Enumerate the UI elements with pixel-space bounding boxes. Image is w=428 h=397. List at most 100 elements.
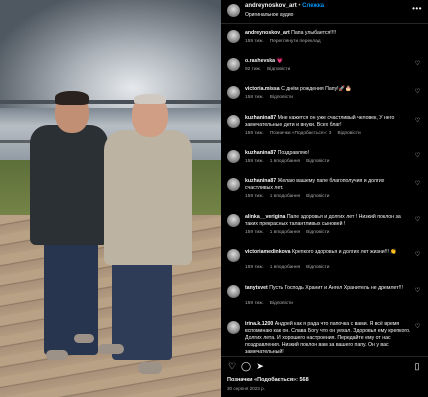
avatar[interactable] — [227, 30, 240, 43]
comment-text: irina.k.1200 Андрей как я рада что папоч… — [245, 321, 411, 356]
comment-text: tanytsvet Пусть Господь Хранит и Ангел Х… — [245, 285, 411, 292]
comment-text: kuzhanina87 Желаю вашему папе благополуч… — [245, 178, 411, 192]
audio-label[interactable]: Оригинальное аудио — [245, 12, 293, 18]
comment-meta: 92 тиж. Відповісти — [245, 67, 296, 72]
heart-icon[interactable]: ♡ — [414, 118, 421, 125]
heart-icon[interactable]: ♡ — [414, 61, 421, 68]
comment-age: 159 тиж. — [245, 265, 264, 270]
comment-body: 💗 — [276, 58, 283, 64]
comment-username[interactable]: kuzhanina87 — [245, 115, 276, 121]
person-right-shoe — [138, 362, 162, 374]
comments-panel: andreynoskov_art • Слежка Оригинальное а… — [221, 0, 428, 397]
comment-meta: 159 тиж. Відповісти — [245, 301, 299, 306]
comment-meta: 159 тиж. Позначки «Подобається»: 3 Відпові… — [245, 131, 367, 136]
avatar[interactable] — [227, 4, 240, 17]
comment-meta: 159 тиж. 1 вподобання Відповісти — [245, 194, 335, 199]
comment-meta: 159 тиж. 1 вподобання Відповісти — [245, 230, 335, 235]
person-right-hair — [134, 94, 166, 104]
comment-username[interactable]: kuzhanina87 — [245, 178, 276, 184]
heart-icon[interactable]: ♡ — [414, 288, 421, 295]
comment-body: С днём рождения Папу!🚀🎂 — [281, 86, 352, 92]
comment-meta: 159 тиж. 1 вподобання Відповісти — [245, 265, 335, 270]
reply-link[interactable]: Відповісти — [306, 265, 329, 270]
heart-icon[interactable]: ♡ — [414, 153, 421, 160]
comment-username[interactable]: o.rashevska — [245, 58, 275, 64]
person-left-body — [30, 125, 108, 245]
bookmark-icon[interactable]: ▯ — [412, 361, 422, 371]
avatar[interactable] — [227, 321, 240, 334]
person-right-body — [104, 130, 192, 265]
comment-body: Поздравляю! — [277, 150, 310, 156]
avatar[interactable] — [227, 285, 240, 298]
comment-age: 159 тиж. — [245, 159, 264, 164]
comment-username[interactable]: andreynoskov_art — [245, 30, 290, 36]
likes-count-link[interactable]: 1 вподобання — [270, 230, 300, 235]
comment-username[interactable]: tanytsvet — [245, 285, 268, 291]
comments-list[interactable]: andreynoskov_art Папа улыбается!!!! 159 … — [221, 26, 428, 356]
heart-icon[interactable]: ♡ — [414, 252, 421, 259]
comment-text: o.rashevska 💗 — [245, 58, 411, 65]
likes-count-link[interactable]: 1 вподобання — [270, 194, 300, 199]
comment-text: kuzhanina87 Мне кажется он уже счастливы… — [245, 115, 411, 129]
reply-link[interactable]: Відповісти — [270, 95, 293, 100]
instagram-post-view: andreynoskov_art • Слежка Оригинальное а… — [0, 0, 428, 397]
reply-link[interactable]: Відповісти — [337, 131, 360, 136]
comment-username[interactable]: alinka__verigina — [245, 214, 285, 220]
comment-meta: 159 тиж. Переглянути переклад — [245, 39, 327, 44]
comment-age: 159 тиж. — [245, 194, 264, 199]
heart-icon[interactable]: ♡ — [414, 324, 421, 331]
avatar[interactable] — [227, 150, 240, 163]
person-right-shoe — [98, 344, 124, 354]
avatar[interactable] — [227, 86, 240, 99]
post-date: 30 серпня 2023 р. — [227, 386, 265, 391]
comment-body: Папа улыбается!!!! — [291, 30, 337, 36]
author-username[interactable]: andreynoskov_art — [245, 3, 297, 9]
comment-age: 159 тиж. — [245, 131, 264, 136]
avatar[interactable] — [227, 115, 240, 128]
post-photo[interactable] — [0, 0, 221, 397]
comment-meta: 158 тиж. Відповісти — [245, 95, 299, 100]
comment-icon[interactable]: ◯ — [241, 361, 251, 371]
heart-icon[interactable]: ♡ — [414, 217, 421, 224]
person-left-shoe — [46, 350, 68, 360]
avatar[interactable] — [227, 178, 240, 191]
separator-dot: • — [298, 3, 301, 9]
reply-link[interactable]: Відповісти — [267, 67, 290, 72]
reply-link[interactable]: Відповісти — [270, 301, 293, 306]
comment-body: Крепкого здоровья и долгих лет жизни!!! … — [292, 249, 397, 255]
comment-username[interactable]: kuzhanina87 — [245, 150, 276, 156]
comment-age: 159 тиж. — [245, 301, 264, 306]
comment-age: 159 тиж. — [245, 39, 264, 44]
avatar[interactable] — [227, 58, 240, 71]
avatar[interactable] — [227, 214, 240, 227]
likes-count-link[interactable]: 1 вподобання — [270, 159, 300, 164]
reply-link[interactable]: Відповісти — [306, 159, 329, 164]
reply-link[interactable]: Відповісти — [306, 194, 329, 199]
heart-icon[interactable]: ♡ — [414, 181, 421, 188]
post-author: andreynoskov_art • Слежка — [245, 3, 324, 9]
likes-count-link[interactable]: Позначки «Подобається»: 3 — [270, 131, 332, 136]
person-left-hair — [55, 91, 89, 105]
translate-link[interactable]: Переглянути переклад — [270, 39, 321, 44]
comment-username[interactable]: victoria.missa — [245, 86, 280, 92]
heart-icon[interactable]: ♡ — [414, 89, 421, 96]
post-header: andreynoskov_art • Слежка Оригинальное а… — [221, 0, 428, 24]
more-horizontal-icon[interactable]: ••• — [412, 4, 422, 13]
post-actions: ♡ ◯ ➤ ▯ Позначки «Подобається»: 568 30 с… — [221, 356, 428, 397]
share-icon[interactable]: ➤ — [255, 361, 265, 371]
comment-text: andreynoskov_art Папа улыбается!!!! — [245, 30, 411, 37]
comment-text: victoria.missa С днём рождения Папу!🚀🎂 — [245, 86, 411, 93]
likes-count-link[interactable]: 1 вподобання — [270, 265, 300, 270]
likes-count[interactable]: Позначки «Подобається»: 568 — [227, 377, 309, 383]
comment-text: kuzhanina87 Поздравляю! — [245, 150, 411, 157]
heart-icon[interactable]: ♡ — [227, 361, 237, 371]
follow-button[interactable]: Слежка — [302, 3, 324, 9]
comment-username[interactable]: irina.k.1200 — [245, 321, 273, 327]
comment-meta: 159 тиж. 1 вподобання Відповісти — [245, 159, 335, 164]
comment-age: 92 тиж. — [245, 67, 262, 72]
reply-link[interactable]: Відповісти — [306, 230, 329, 235]
avatar[interactable] — [227, 249, 240, 262]
comment-body: Пусть Господь Хранит и Ангел Хранитель н… — [269, 285, 403, 291]
person-left-shoe — [74, 334, 94, 343]
comment-username[interactable]: victoriamedinkova — [245, 249, 291, 255]
